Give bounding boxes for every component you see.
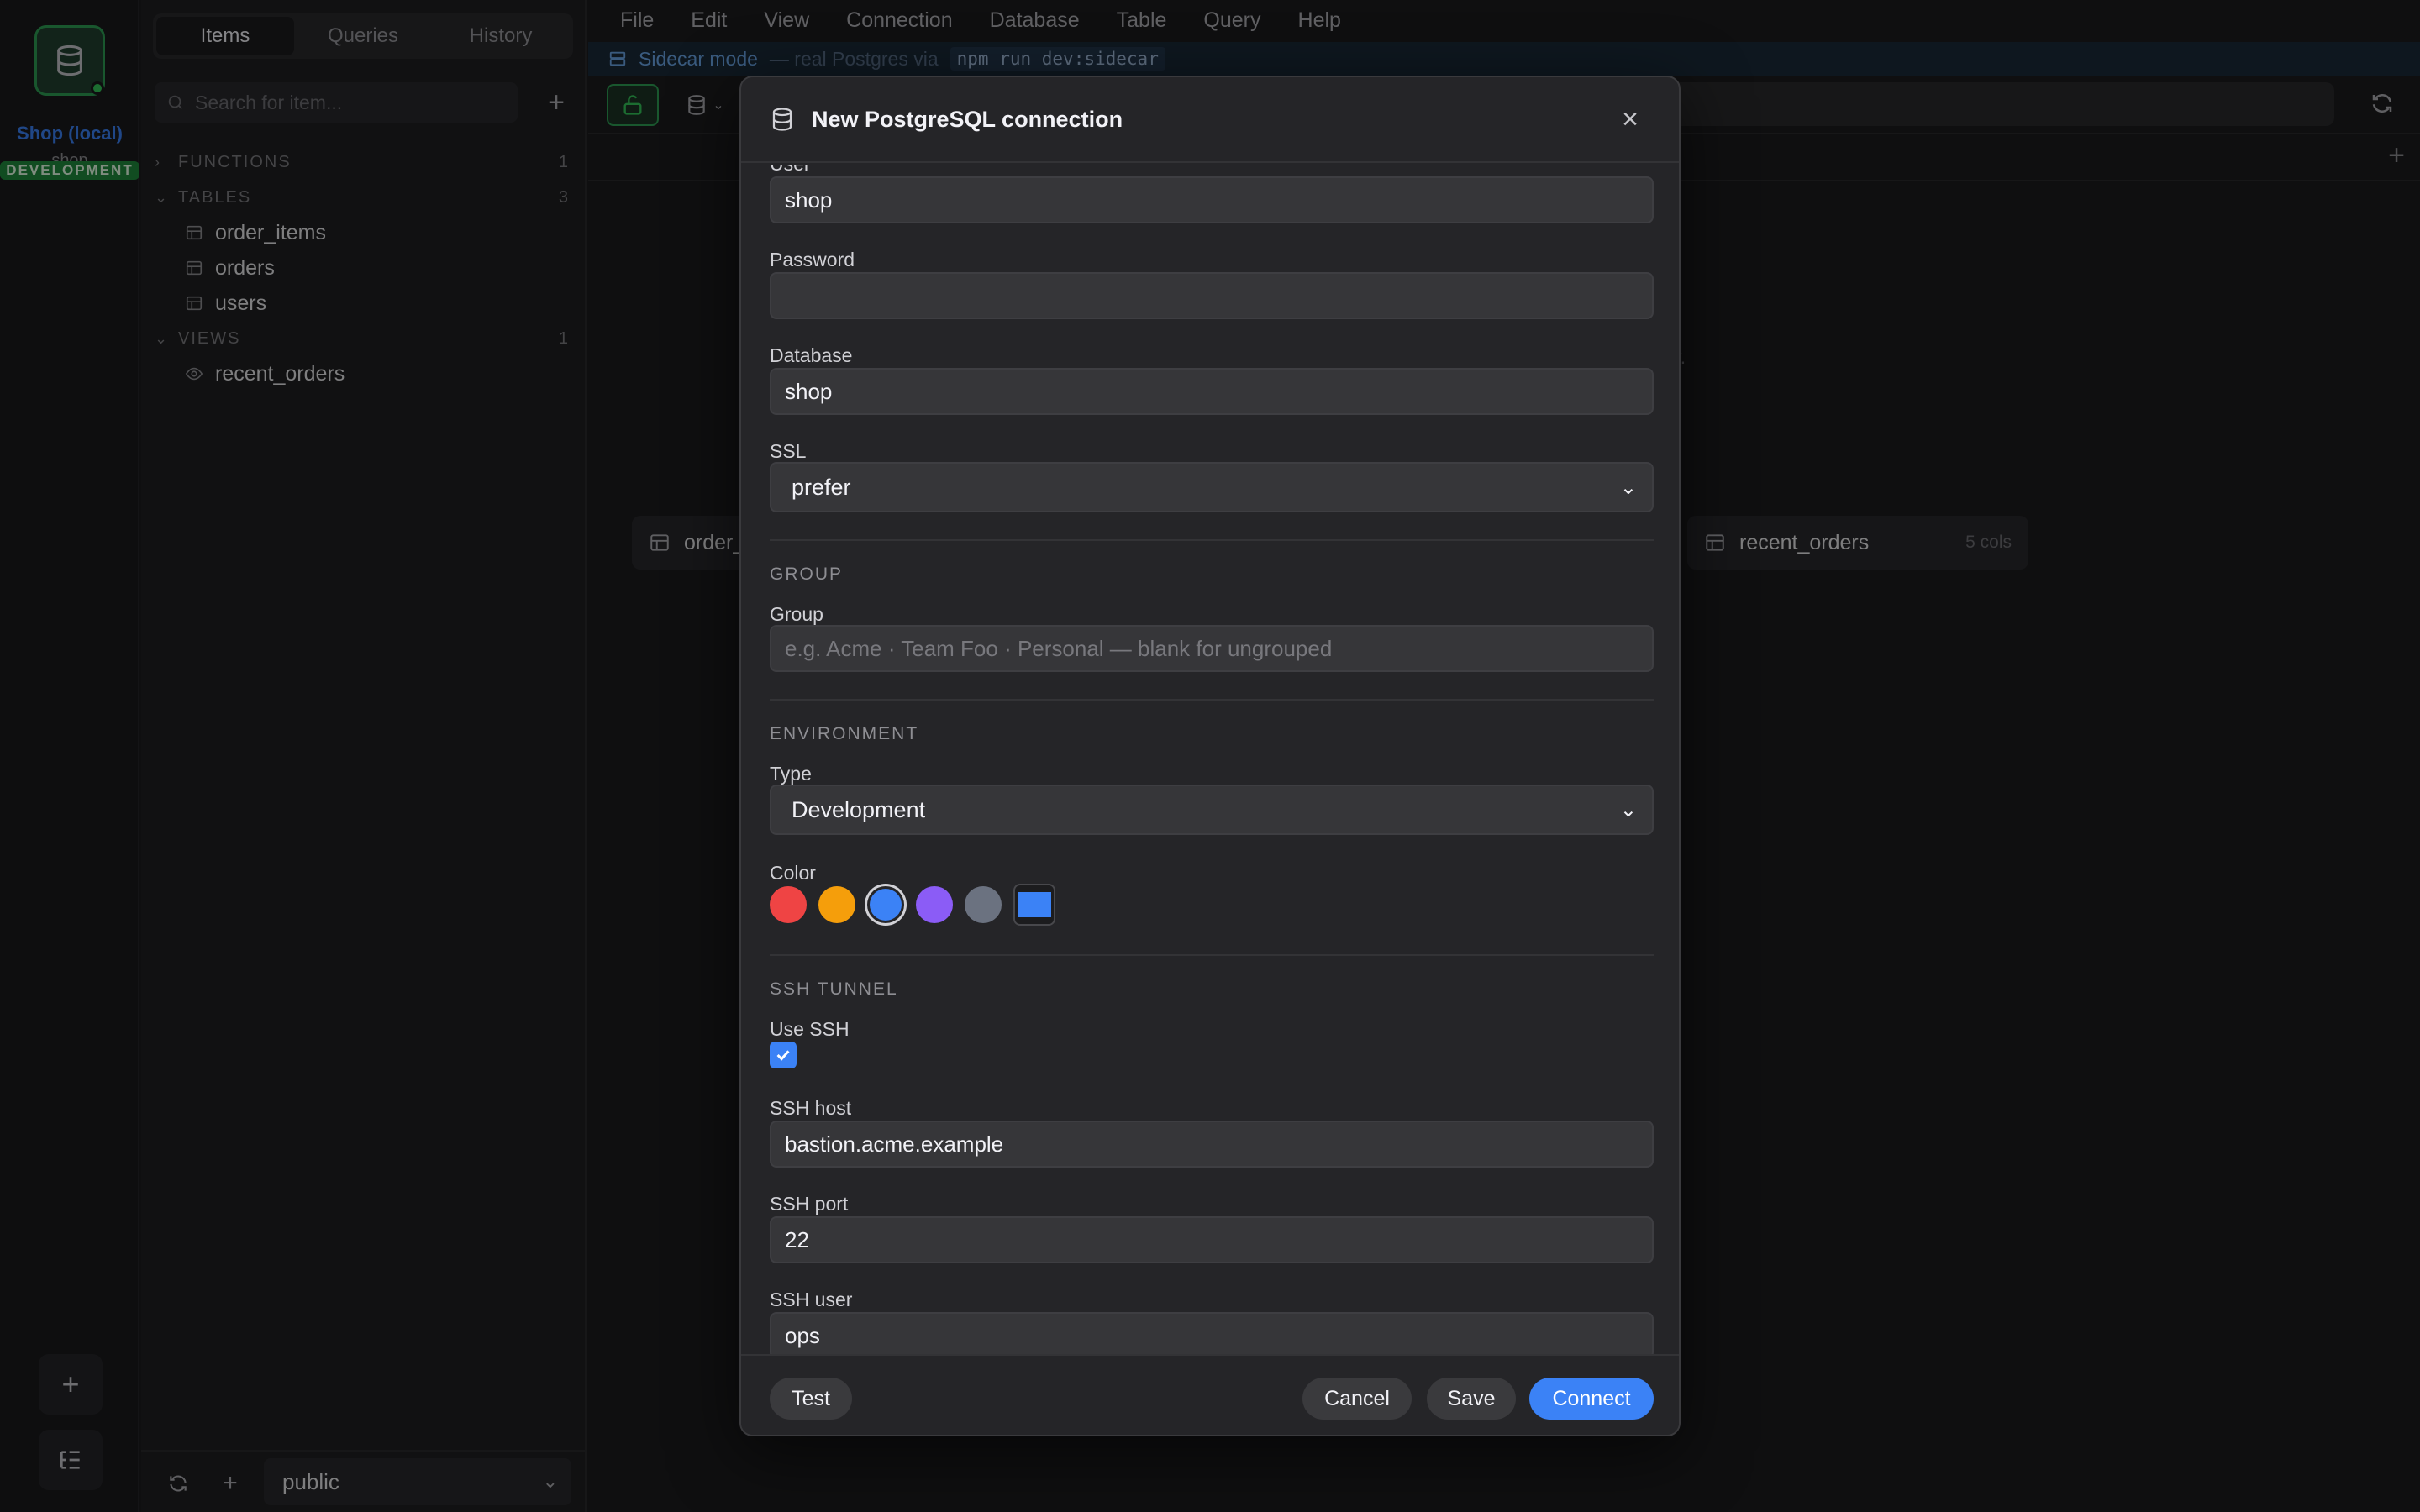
use-ssh-checkbox[interactable]: [770, 1042, 797, 1068]
group-label: Group: [770, 603, 823, 625]
group-section-title: GROUP: [770, 564, 844, 584]
test-button[interactable]: Test: [770, 1378, 852, 1420]
dialog-footer: Test Cancel Save Connect: [741, 1354, 1679, 1435]
database-field[interactable]: [770, 368, 1654, 415]
database-icon: [772, 108, 792, 131]
group-field[interactable]: [770, 625, 1654, 672]
ssl-value: prefer: [792, 474, 851, 500]
ssl-select[interactable]: prefer ⌄: [770, 462, 1654, 512]
cancel-button[interactable]: Cancel: [1302, 1378, 1412, 1420]
save-button[interactable]: Save: [1427, 1378, 1516, 1420]
database-label: Database: [770, 344, 853, 366]
color-swatch-red[interactable]: [770, 886, 807, 923]
dialog-header: New PostgreSQL connection ×: [741, 77, 1679, 163]
new-connection-dialog: New PostgreSQL connection × User Passwor…: [739, 76, 1681, 1436]
connect-button[interactable]: Connect: [1529, 1378, 1654, 1420]
divider: [770, 699, 1654, 701]
user-field[interactable]: [770, 176, 1654, 223]
ssh-user-label: SSH user: [770, 1289, 853, 1310]
ssl-label: SSL: [770, 440, 807, 462]
ssh-port-field[interactable]: [770, 1216, 1654, 1263]
custom-color-picker[interactable]: [1013, 884, 1055, 926]
ssh-section-title: SSH TUNNEL: [770, 979, 898, 999]
checkmark-icon: [776, 1050, 790, 1061]
ssh-host-label: SSH host: [770, 1097, 852, 1119]
type-label: Type: [770, 763, 812, 785]
color-swatch-blue[interactable]: [870, 889, 902, 921]
user-label: User: [770, 165, 811, 176]
environment-type-select[interactable]: Development ⌄: [770, 785, 1654, 835]
close-icon: ×: [1622, 102, 1639, 135]
ssh-user-field[interactable]: [770, 1312, 1654, 1359]
color-swatch-gray[interactable]: [965, 886, 1002, 923]
chevron-down-icon: ⌄: [1619, 798, 1637, 822]
type-value: Development: [792, 796, 926, 822]
color-swatches: [770, 884, 1055, 926]
dialog-form: User Password Database SSL prefer ⌄ GROU…: [741, 165, 1679, 1431]
password-field[interactable]: [770, 272, 1654, 319]
divider: [770, 954, 1654, 956]
custom-color-preview: [1018, 892, 1051, 917]
dialog-title: New PostgreSQL connection: [812, 106, 1123, 132]
color-swatch-purple[interactable]: [916, 886, 953, 923]
divider: [770, 539, 1654, 541]
color-label: Color: [770, 862, 816, 884]
password-label: Password: [770, 249, 855, 270]
color-swatch-orange[interactable]: [818, 886, 855, 923]
environment-section-title: ENVIRONMENT: [770, 724, 919, 743]
chevron-down-icon: ⌄: [1619, 475, 1637, 499]
use-ssh-label: Use SSH: [770, 1018, 850, 1040]
ssh-host-field[interactable]: [770, 1121, 1654, 1168]
close-button[interactable]: ×: [1613, 102, 1647, 136]
ssh-port-label: SSH port: [770, 1193, 849, 1215]
